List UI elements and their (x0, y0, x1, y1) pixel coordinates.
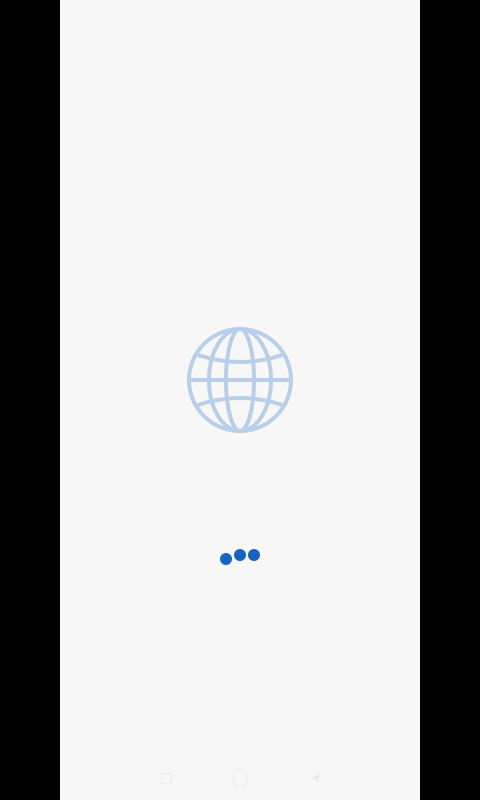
app-screen (60, 0, 420, 800)
back-button[interactable] (305, 768, 325, 788)
home-button[interactable] (230, 768, 250, 788)
status-bar (60, 0, 420, 36)
navigation-bar (60, 752, 420, 800)
loading-dot (220, 553, 232, 565)
loading-dot (234, 549, 246, 561)
home-icon (233, 769, 247, 787)
globe-icon (187, 327, 293, 433)
loading-indicator (218, 548, 264, 566)
recents-button[interactable] (156, 768, 176, 788)
loading-dot (248, 549, 260, 561)
back-icon (311, 773, 319, 783)
recents-icon (160, 772, 172, 784)
